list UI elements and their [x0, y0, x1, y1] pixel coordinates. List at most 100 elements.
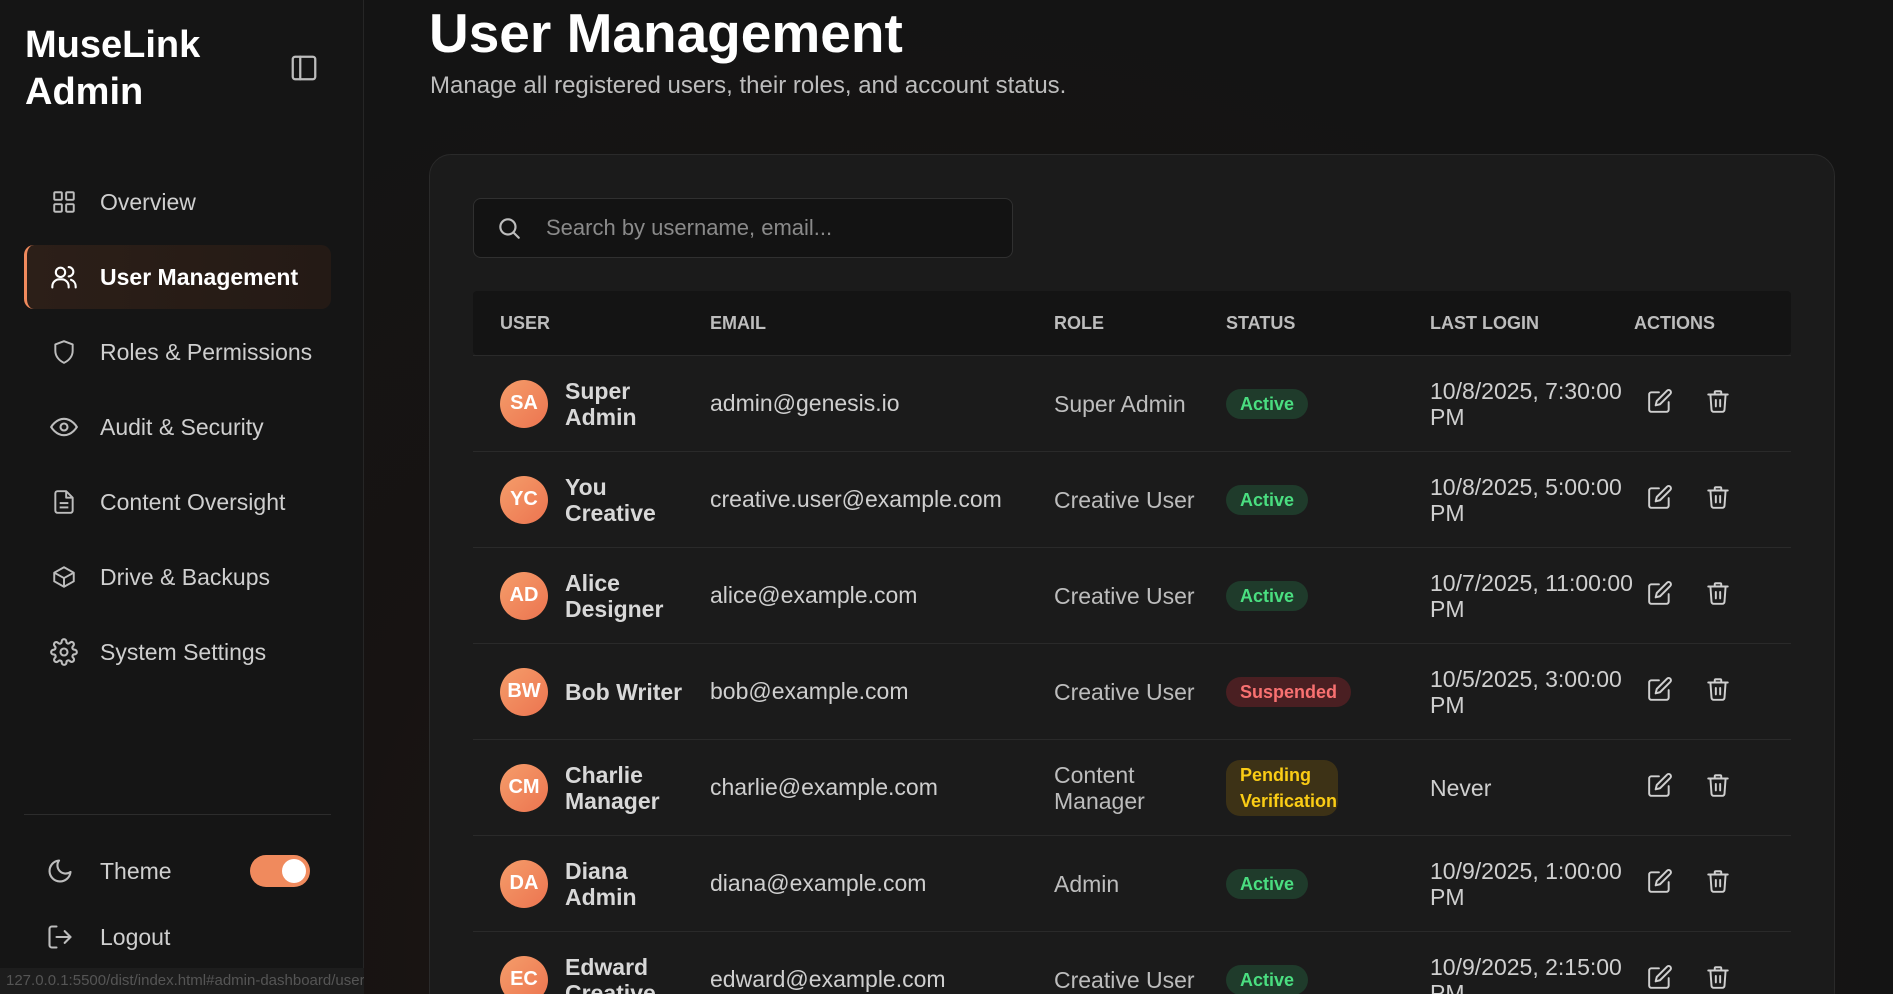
status-cell: Active — [1226, 964, 1430, 994]
user-cell: EC Edward Creative — [473, 954, 710, 994]
user-role: Creative User — [1054, 966, 1195, 993]
shield-icon — [48, 336, 80, 368]
sidebar-item-audit-security[interactable]: Audit & Security — [24, 395, 331, 459]
user-role: Super Admin — [1054, 390, 1186, 417]
table-body: SA Super Admin admin@genesis.io Super Admin… — [473, 355, 1791, 994]
last-login: 10/5/2025, 3:00:00 PM — [1430, 665, 1622, 718]
edit-button[interactable] — [1644, 676, 1676, 708]
user-role: Admin — [1054, 870, 1120, 897]
sidebar-toggle-icon — [291, 55, 317, 81]
table-row: DA Diana Admin diana@example.com Admin Activ… — [473, 835, 1791, 931]
delete-button[interactable] — [1702, 580, 1734, 612]
actions-cell — [1634, 964, 1791, 994]
edit-button[interactable] — [1644, 484, 1676, 516]
search-box — [473, 198, 1013, 258]
col-header-status[interactable]: STATUS — [1226, 313, 1430, 334]
col-header-role[interactable]: ROLE — [1054, 310, 1226, 336]
edit-icon — [1647, 868, 1673, 899]
sidebar: MuseLink Admin Overview User Management — [0, 0, 405, 994]
user-name: Charlie Manager — [565, 761, 660, 814]
table-row: AD Alice Designer alice@example.com Creativ… — [473, 547, 1791, 643]
col-header-last-login[interactable]: LAST LOGIN — [1430, 310, 1634, 336]
table-header: USER EMAIL ROLE STATUS LAST LOGIN ACTION… — [473, 291, 1791, 355]
delete-button[interactable] — [1702, 676, 1734, 708]
edit-button[interactable] — [1644, 580, 1676, 612]
status-cell: Active — [1226, 580, 1430, 611]
user-cell: YC You Creative — [473, 474, 710, 526]
status-badge: Active — [1226, 868, 1309, 899]
actions-cell — [1634, 580, 1791, 612]
sidebar-item-label: Audit & Security — [100, 413, 264, 440]
last-login: 10/9/2025, 1:00:00 PM — [1430, 857, 1622, 910]
user-name: Edward Creative — [565, 953, 656, 994]
user-cell: DA Diana Admin — [473, 858, 710, 910]
last-login: 10/9/2025, 2:15:00 PM — [1430, 953, 1622, 994]
status-cell: Suspended — [1226, 676, 1430, 707]
user-role: Content Manager — [1054, 761, 1145, 814]
col-header-user[interactable]: USER — [473, 313, 710, 334]
sidebar-item-content-oversight[interactable]: Content Oversight — [24, 470, 331, 534]
edit-button[interactable] — [1644, 964, 1676, 994]
avatar: CM — [500, 763, 548, 812]
status-badge: Active — [1226, 580, 1309, 611]
status-cell: Pending Verification — [1226, 759, 1430, 816]
avatar: AD — [500, 571, 548, 620]
page-subtitle: Manage all registered users, their roles… — [430, 72, 1067, 99]
user-email: charlie@example.com — [710, 774, 938, 800]
trash-icon — [1705, 868, 1731, 899]
avatar: YC — [500, 475, 548, 524]
user-role: Creative User — [1054, 582, 1195, 609]
avatar: EC — [500, 955, 548, 994]
sidebar-collapse-button[interactable] — [286, 50, 322, 86]
col-header-email[interactable]: EMAIL — [710, 313, 1054, 334]
sidebar-item-label: System Settings — [100, 638, 267, 665]
delete-button[interactable] — [1702, 868, 1734, 900]
edit-button[interactable] — [1644, 772, 1676, 804]
sidebar-item-drive-backups[interactable]: Drive & Backups — [24, 545, 331, 609]
sidebar-item-user-management[interactable]: User Management — [24, 245, 331, 309]
theme-row: Theme — [46, 850, 310, 892]
status-cell: Active — [1226, 484, 1430, 515]
theme-toggle[interactable] — [250, 855, 310, 887]
status-badge: Active — [1226, 484, 1309, 515]
sidebar-item-system-settings[interactable]: System Settings — [24, 620, 331, 684]
table-row: EC Edward Creative edward@example.com Creat… — [473, 931, 1791, 994]
search-input[interactable] — [546, 215, 1006, 241]
user-role: Creative User — [1054, 678, 1195, 705]
user-name: Alice Designer — [565, 569, 664, 622]
avatar: BW — [500, 667, 548, 716]
delete-button[interactable] — [1702, 484, 1734, 516]
avatar: SA — [500, 379, 548, 428]
actions-cell — [1634, 388, 1791, 420]
edit-button[interactable] — [1644, 868, 1676, 900]
user-cell: CM Charlie Manager — [473, 762, 710, 814]
last-login: 10/8/2025, 7:30:00 PM — [1430, 377, 1622, 430]
user-role: Creative User — [1054, 486, 1195, 513]
edit-icon — [1647, 676, 1673, 707]
sidebar-item-label: User Management — [100, 263, 299, 290]
table-row: BW Bob Writer bob@example.com Creative User… — [473, 643, 1791, 739]
trash-icon — [1705, 964, 1731, 994]
delete-button[interactable] — [1702, 772, 1734, 804]
actions-cell — [1634, 484, 1791, 516]
trash-icon — [1705, 580, 1731, 611]
file-icon — [48, 486, 80, 518]
user-name: Diana Admin — [565, 857, 637, 910]
box-icon — [48, 561, 80, 593]
edit-icon — [1647, 388, 1673, 419]
trash-icon — [1705, 484, 1731, 515]
sidebar-item-roles-permissions[interactable]: Roles & Permissions — [24, 320, 331, 384]
logout-button[interactable]: Logout — [46, 918, 170, 956]
browser-status-url: 127.0.0.1:5500/dist/index.html#admin-das… — [0, 968, 405, 994]
user-name: Super Admin — [565, 377, 637, 430]
user-cell: BW Bob Writer — [473, 667, 710, 716]
delete-button[interactable] — [1702, 964, 1734, 994]
logout-icon — [46, 921, 78, 953]
logout-label: Logout — [100, 923, 171, 950]
sidebar-item-label: Overview — [100, 188, 196, 215]
user-email: creative.user@example.com — [710, 486, 1002, 512]
delete-button[interactable] — [1702, 388, 1734, 420]
edit-button[interactable] — [1644, 388, 1676, 420]
sidebar-item-overview[interactable]: Overview — [24, 170, 331, 234]
table-row: YC You Creative creative.user@example.com C… — [473, 451, 1791, 547]
